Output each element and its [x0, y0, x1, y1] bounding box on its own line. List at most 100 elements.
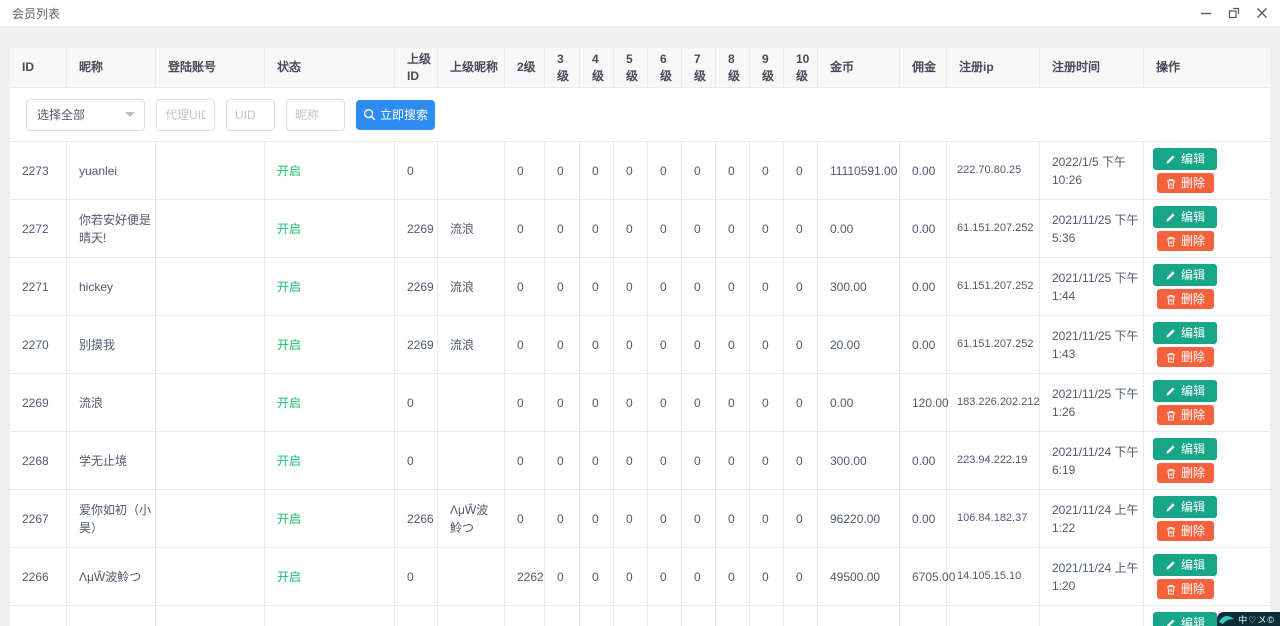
cell-parent-nickname: 流浪: [438, 200, 505, 257]
cell-register-time: 2021/11/24 上午 1:22: [1040, 490, 1144, 547]
delete-button-label: 删除: [1181, 177, 1205, 189]
cell-id: 2266: [10, 548, 67, 605]
delete-button[interactable]: 删除: [1157, 347, 1214, 367]
edit-button-label: 编辑: [1181, 617, 1205, 626]
pencil-icon: [1165, 212, 1176, 223]
cell-level-8: 0: [716, 374, 750, 431]
cell-level-10: 0: [784, 258, 818, 315]
cell-actions: 编辑 删除: [1144, 490, 1270, 547]
delete-button[interactable]: 删除: [1157, 463, 1214, 483]
cell-parent-nickname: 流浪: [438, 316, 505, 373]
delete-button[interactable]: 删除: [1157, 173, 1214, 193]
pencil-icon: [1165, 618, 1176, 626]
delete-button[interactable]: 删除: [1157, 521, 1214, 541]
trash-icon: [1166, 178, 1176, 189]
search-button[interactable]: 立即搜索: [356, 100, 435, 130]
cell-commission: 0.00: [900, 258, 947, 315]
edit-button-label: 编辑: [1181, 269, 1205, 281]
cell-level-9: [750, 606, 784, 626]
cell-level-3: 0: [545, 548, 580, 605]
cell-id: 2268: [10, 432, 67, 489]
table-row: 2270 别摸我 开启 2269 流浪 0 0 0 0 0 0 0 0 0 20…: [10, 316, 1270, 374]
cell-level-8: 0: [716, 200, 750, 257]
cell-level-9: 0: [750, 316, 784, 373]
column-header: 8级: [716, 48, 750, 87]
cell-id: 2267: [10, 490, 67, 547]
edit-button[interactable]: 编辑: [1153, 148, 1217, 170]
cell-register-ip: 61.151.207.252: [947, 200, 1040, 257]
delete-button[interactable]: 删除: [1157, 405, 1214, 425]
cell-commission: [900, 606, 947, 626]
cell-level-8: 0: [716, 490, 750, 547]
pencil-icon: [1165, 444, 1176, 455]
cell-level-3: 0: [545, 432, 580, 489]
close-icon[interactable]: [1256, 7, 1268, 19]
cell-level-7: 0: [682, 490, 716, 547]
cell-register-ip: 14.105.15.10: [947, 548, 1040, 605]
cell-nickname: 别摸我: [67, 316, 156, 373]
cell-parent-id: 0: [395, 374, 438, 431]
chevron-down-icon: [125, 112, 135, 117]
cell-gold: 300.00: [818, 258, 900, 315]
table-row: 2269 流浪 开启 0 0 0 0 0 0 0 0 0 0 0.00 120.…: [10, 374, 1270, 432]
cell-level-3: 0: [545, 200, 580, 257]
cell-level-10: 0: [784, 374, 818, 431]
cell-register-time: 2021/11/25 下午 1:43: [1040, 316, 1144, 373]
agent-uid-input[interactable]: [156, 99, 215, 131]
delete-button[interactable]: 删除: [1157, 289, 1214, 309]
edit-button[interactable]: 编辑: [1153, 264, 1217, 286]
cell-level-8: 0: [716, 548, 750, 605]
edit-button[interactable]: 编辑: [1153, 612, 1217, 626]
swoosh-icon: [1219, 614, 1235, 625]
edit-button[interactable]: 编辑: [1153, 554, 1217, 576]
minimize-icon[interactable]: [1200, 7, 1212, 19]
delete-button[interactable]: 删除: [1157, 231, 1214, 251]
cell-level-7: 0: [682, 142, 716, 199]
cell-level-2: 0: [505, 258, 545, 315]
edit-button-label: 编辑: [1181, 501, 1205, 513]
nickname-input[interactable]: [286, 99, 345, 131]
cell-level-8: 0: [716, 142, 750, 199]
table-row: 2268 学无止境 开启 0 0 0 0 0 0 0 0 0 0 300.00 …: [10, 432, 1270, 490]
edit-button[interactable]: 编辑: [1153, 206, 1217, 228]
cell-parent-id: 0: [395, 548, 438, 605]
cell-level-4: 0: [580, 258, 614, 315]
edit-button[interactable]: 编辑: [1153, 322, 1217, 344]
cell-level-2: 0: [505, 142, 545, 199]
cell-id: 2272: [10, 200, 67, 257]
delete-button[interactable]: 删除: [1157, 579, 1214, 599]
watermark-text: 中♡〤©: [1238, 613, 1275, 626]
cell-register-time: 2021/11/25 下午 1:26: [1040, 374, 1144, 431]
cell-level-10: 0: [784, 200, 818, 257]
cell-status: 开启: [265, 142, 395, 199]
cell-level-7: 0: [682, 374, 716, 431]
cell-commission: 0.00: [900, 490, 947, 547]
cell-parent-nickname: [438, 142, 505, 199]
column-header: 金币: [818, 48, 900, 87]
cell-actions: 编辑 删除: [1144, 200, 1270, 257]
cell-id: 2269: [10, 374, 67, 431]
uid-input[interactable]: [226, 99, 275, 131]
cell-level-9: 0: [750, 258, 784, 315]
edit-button[interactable]: 编辑: [1153, 438, 1217, 460]
edit-button-label: 编辑: [1181, 559, 1205, 571]
cell-level-5: 0: [614, 258, 648, 315]
status-select[interactable]: 选择全部: [26, 99, 145, 131]
cell-parent-id: 2269: [395, 258, 438, 315]
cell-nickname: 流浪: [67, 374, 156, 431]
edit-button[interactable]: 编辑: [1153, 380, 1217, 402]
column-header: 昵称: [67, 48, 156, 87]
cell-level-2: 0: [505, 432, 545, 489]
edit-button[interactable]: 编辑: [1153, 496, 1217, 518]
column-header: 操作: [1144, 48, 1270, 87]
column-header: 上级昵称: [438, 48, 505, 87]
table-row: 编辑 删除: [10, 606, 1270, 626]
restore-icon[interactable]: [1228, 7, 1240, 19]
cell-level-6: 0: [648, 258, 682, 315]
cell-level-3: [545, 606, 580, 626]
cell-parent-nickname: [438, 548, 505, 605]
cell-nickname: yuanlei: [67, 142, 156, 199]
trash-icon: [1166, 584, 1176, 595]
cell-parent-nickname: [438, 606, 505, 626]
cell-register-time: 2022/1/5 下午 10:26: [1040, 142, 1144, 199]
